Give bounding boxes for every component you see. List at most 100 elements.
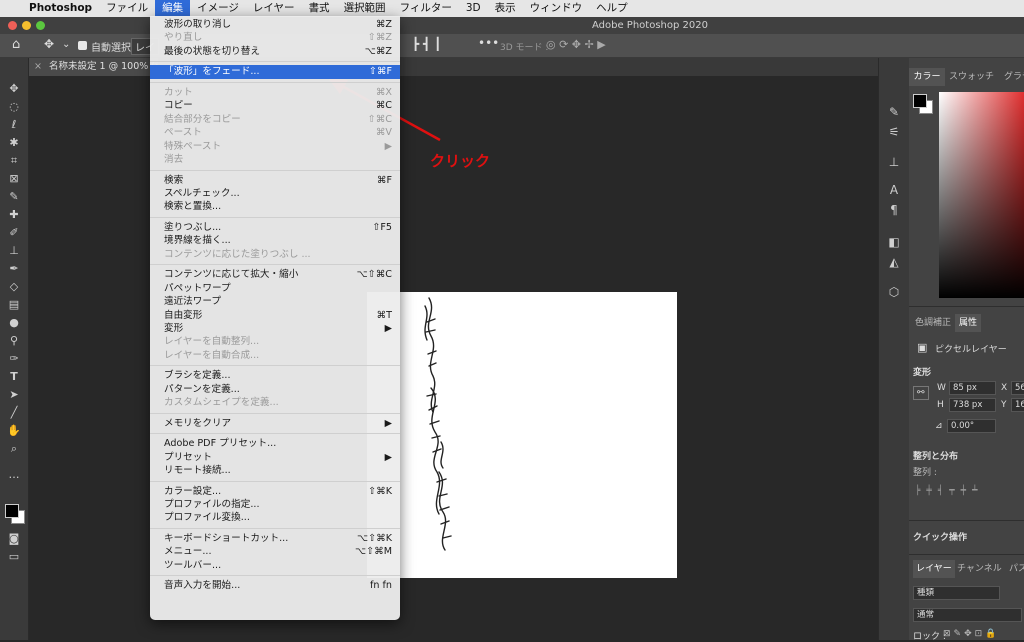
blend-mode-dropdown[interactable]: 通常 [913, 608, 1022, 622]
menu-item-shortcut: ⌘V [375, 127, 392, 139]
menu-item[interactable]: キーボードショートカット... ⌥⇧⌘K [150, 532, 400, 545]
quick-actions-heading[interactable]: クイック操作 [913, 530, 967, 543]
x-label: X [1001, 383, 1008, 393]
menu-item[interactable]: カラー設定... ⇧⌘K [150, 485, 400, 498]
menu-item-label: 塗りつぶし... [164, 221, 222, 233]
swatch-panel-icon[interactable]: ◭ [886, 254, 902, 270]
paragraph-panel-icon[interactable]: ¶ [886, 202, 902, 218]
pixel-layer-label: ピクセルレイヤー [935, 345, 1007, 355]
color-picker-field[interactable] [939, 92, 1024, 298]
tab-color[interactable]: カラー [909, 68, 945, 86]
menu-item-label: コンテンツに応じた塗りつぶし ... [164, 248, 311, 260]
menu-item[interactable]: 最後の状態を切り替え ⌥⌘Z [150, 45, 400, 58]
menu-item-label: カスタムシェイプを定義... [164, 397, 279, 409]
3d-panel-icon[interactable]: ⬡ [886, 284, 902, 300]
menu-item: 特殊ペースト ▶ [150, 140, 400, 153]
menu-item-label: 自由変形 [164, 309, 203, 321]
menu-item[interactable]: プリセット ▶ [150, 451, 400, 464]
menu-item-label: 検索と置換... [164, 201, 222, 213]
menu-item-label: ツールバー... [164, 559, 222, 571]
menu-item[interactable]: 検索と置換... [150, 200, 400, 213]
menu-item-shortcut: ⌘T [376, 309, 392, 321]
menu-item-label: リモート接続... [164, 465, 231, 477]
menu-item-label: キーボードショートカット... [164, 532, 289, 544]
height-field[interactable]: 738 px [949, 398, 996, 412]
y-field[interactable]: 16 [1011, 398, 1024, 412]
tab-layers[interactable]: レイヤー [913, 560, 955, 578]
menu-item-label: Adobe PDF プリセット... [164, 438, 277, 450]
submenu-arrow-icon: ▶ [384, 140, 392, 152]
menu-item-label: 結合部分をコピー [164, 113, 241, 125]
fg-color-chip[interactable] [913, 94, 927, 108]
tab-properties[interactable]: 属性 [955, 314, 982, 332]
menu-item[interactable]: プロファイルの指定... [150, 498, 400, 511]
x-field[interactable]: 56 [1011, 381, 1024, 395]
menu-item[interactable]: コンテンツに応じて拡大・縮小 ⌥⇧⌘C [150, 268, 400, 281]
menu-item[interactable]: 境界線を描く... [150, 234, 400, 247]
layer-filter-dropdown[interactable]: 種類 [913, 586, 1000, 600]
tab-paths[interactable]: パス [1009, 560, 1024, 578]
menu-item[interactable]: 波形の取り消し ⌘Z [150, 18, 400, 31]
menu-item[interactable]: Adobe PDF プリセット... [150, 437, 400, 450]
angle-field[interactable]: 0.00° [947, 419, 996, 433]
menu-item[interactable]: ツールバー... [150, 559, 400, 572]
menu-item-shortcut: fn fn [370, 580, 392, 592]
tab-adjustments[interactable]: 色調補正 [915, 314, 951, 332]
adjustments-icon[interactable]: ◧ [886, 234, 902, 250]
link-icon[interactable]: ⚯ [913, 386, 929, 400]
menu-item[interactable]: プロファイル変換... [150, 511, 400, 524]
height-label: H [937, 400, 944, 410]
menu-item[interactable]: 自由変形 ⌘T [150, 309, 400, 322]
width-label: W [937, 383, 946, 393]
menu-item[interactable]: 音声入力を開始... fn fn [150, 579, 400, 592]
menu-item-label: カラー設定... [164, 485, 222, 497]
menu-item-shortcut: ⌥⇧⌘K [357, 532, 392, 544]
menu-item-label: コピー [164, 100, 193, 112]
menu-item: 結合部分をコピー ⇧⌘C [150, 113, 400, 126]
menu-item[interactable]: 塗りつぶし... ⇧F5 [150, 221, 400, 234]
menu-item[interactable]: パペットワープ [150, 282, 400, 295]
brush-panel-icon[interactable]: ✎ [886, 104, 902, 120]
tab-swatches[interactable]: スウォッチ [949, 68, 994, 86]
menu-item[interactable]: 遠近法ワープ [150, 295, 400, 308]
tab-gradient[interactable]: グラデ [1004, 68, 1024, 86]
menu-item-label: プロファイルの指定... [164, 498, 260, 510]
panel-icon-strip: ✎ ⚟ ⊥ A ¶ ◧ ◭ ⬡ [878, 58, 909, 640]
lock-icons[interactable]: ⊠✎✥⊡🔒 [943, 629, 999, 639]
menu-item-shortcut: ⌘F [376, 174, 392, 186]
menu-item[interactable]: メモリをクリア ▶ [150, 417, 400, 430]
clone-source-icon[interactable]: ⊥ [886, 154, 902, 170]
width-field[interactable]: 85 px [949, 381, 996, 395]
menu-item: 消去 [150, 153, 400, 166]
menu-item[interactable]: リモート接続... [150, 464, 400, 477]
character-panel-icon[interactable]: A [886, 182, 902, 198]
menu-item[interactable]: ブラシを定義... [150, 369, 400, 382]
menu-item[interactable]: メニュー... ⌥⇧⌘M [150, 545, 400, 558]
menu-item: やり直し ⇧⌘Z [150, 31, 400, 44]
menu-separator [150, 480, 400, 482]
tab-channels[interactable]: チャンネル [957, 560, 1002, 578]
menu-item-shortcut: ⇧⌘C [367, 113, 392, 125]
menu-separator [150, 365, 400, 367]
menu-item-label: ペースト [164, 127, 202, 139]
submenu-arrow-icon: ▶ [384, 451, 392, 463]
menu-item-label: プリセット [164, 451, 212, 463]
menu-item-label: カット [164, 86, 193, 98]
align-buttons[interactable]: ╞╪╡┯┿┷ [915, 486, 984, 496]
brush-settings-icon[interactable]: ⚟ [886, 124, 902, 140]
menu-item-fade-wave[interactable]: 「波形」をフェード... ⇧⌘F [150, 65, 400, 80]
menu-item[interactable]: スペルチェック... [150, 187, 400, 200]
menu-item-label: メニュー... [164, 546, 212, 558]
menu-item: コンテンツに応じた塗りつぶし ... [150, 248, 400, 261]
menu-item: レイヤーを自動合成... [150, 349, 400, 362]
transform-heading: 変形 [913, 368, 932, 378]
menu-item-label: メモリをクリア [164, 417, 232, 429]
menu-item-label: 検索 [164, 174, 184, 186]
menu-item-label: 特殊ペースト [164, 140, 222, 152]
foreground-color-swatch[interactable] [5, 504, 19, 518]
menu-item[interactable]: コピー ⌘C [150, 99, 400, 112]
menu-item[interactable]: 変形 ▶ [150, 322, 400, 335]
menu-item[interactable]: 検索 ⌘F [150, 174, 400, 187]
panel-divider [909, 554, 1024, 555]
menu-item[interactable]: パターンを定義... [150, 383, 400, 396]
